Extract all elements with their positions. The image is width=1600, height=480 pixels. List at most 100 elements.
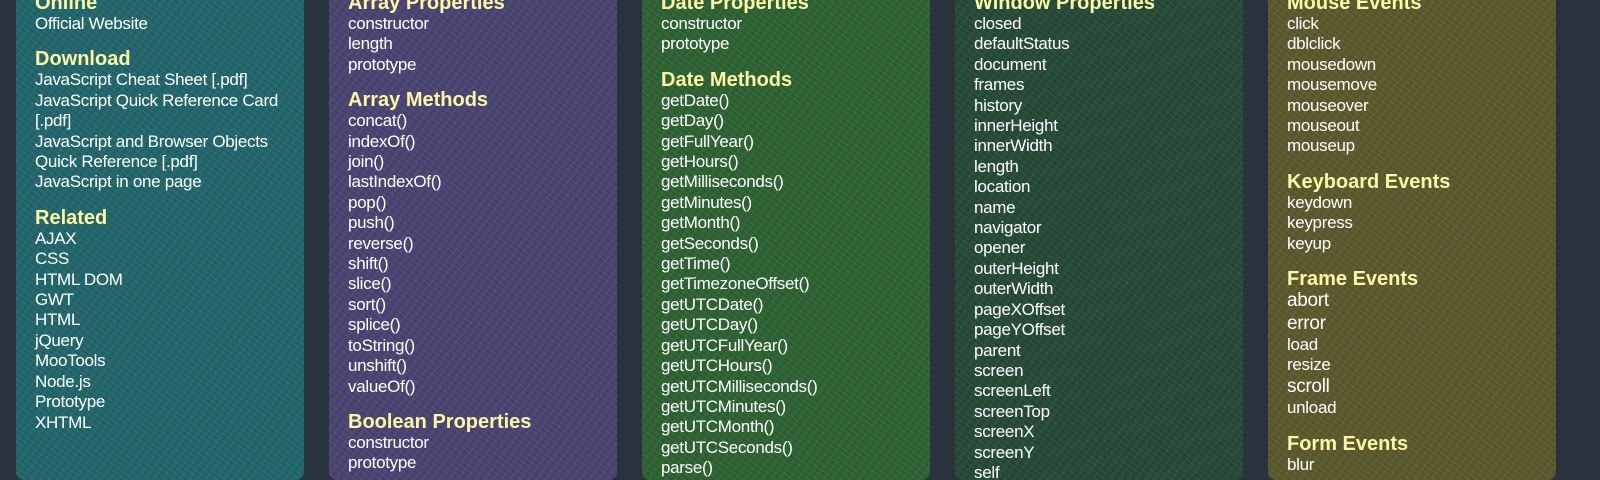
link-outerheight[interactable]: outerHeight xyxy=(974,259,1227,279)
link-getutcmonth[interactable]: getUTCMonth() xyxy=(661,417,914,437)
link-push[interactable]: push() xyxy=(348,213,601,233)
section-array-properties: Array Properties constructor length prototy… xyxy=(348,0,601,75)
link-resize[interactable]: resize xyxy=(1287,355,1540,375)
link-screentop[interactable]: screenTop xyxy=(974,402,1227,422)
link-navigator[interactable]: navigator xyxy=(974,218,1227,238)
link-unshift[interactable]: unshift() xyxy=(348,356,601,376)
link-ajax[interactable]: AJAX xyxy=(35,229,288,249)
link-outerwidth[interactable]: outerWidth xyxy=(974,279,1227,299)
link-getmilliseconds[interactable]: getMilliseconds() xyxy=(661,172,914,192)
link-abort[interactable]: abort xyxy=(1287,290,1540,313)
link-parent[interactable]: parent xyxy=(974,341,1227,361)
link-pageyoffset[interactable]: pageYOffset xyxy=(974,320,1227,340)
link-keyup[interactable]: keyup xyxy=(1287,234,1540,254)
link-blur[interactable]: blur xyxy=(1287,455,1540,475)
link-join[interactable]: join() xyxy=(348,152,601,172)
link-javascript-in-one-page[interactable]: JavaScript in one page xyxy=(35,172,288,192)
link-keypress[interactable]: keypress xyxy=(1287,213,1540,233)
link-gwt[interactable]: GWT xyxy=(35,290,288,310)
link-innerheight[interactable]: innerHeight xyxy=(974,116,1227,136)
link-getdate[interactable]: getDate() xyxy=(661,91,914,111)
link-getutchours[interactable]: getUTCHours() xyxy=(661,356,914,376)
link-pagexoffset[interactable]: pageXOffset xyxy=(974,300,1227,320)
link-parse[interactable]: parse() xyxy=(661,458,914,478)
section-window-properties: Window Properties closed defaultStatus docu… xyxy=(974,0,1227,480)
link-history[interactable]: history xyxy=(974,96,1227,116)
link-self[interactable]: self xyxy=(974,463,1227,480)
link-getmonth[interactable]: getMonth() xyxy=(661,213,914,233)
link-official-website[interactable]: Official Website xyxy=(35,14,288,34)
link-getutcday[interactable]: getUTCDay() xyxy=(661,315,914,335)
link-frames[interactable]: frames xyxy=(974,75,1227,95)
link-mousemove[interactable]: mousemove xyxy=(1287,75,1540,95)
link-gethours[interactable]: getHours() xyxy=(661,152,914,172)
link-javascript-cheat-sheet-pdf[interactable]: JavaScript Cheat Sheet [.pdf] xyxy=(35,70,288,90)
link-scroll[interactable]: scroll xyxy=(1287,376,1540,399)
link-prototype[interactable]: prototype xyxy=(348,55,601,75)
link-mousedown[interactable]: mousedown xyxy=(1287,55,1540,75)
link-gettime[interactable]: getTime() xyxy=(661,254,914,274)
link-jquery[interactable]: jQuery xyxy=(35,331,288,351)
link-dblclick[interactable]: dblclick xyxy=(1287,34,1540,54)
link-gettimezoneoffset[interactable]: getTimezoneOffset() xyxy=(661,274,914,294)
link-getutcmilliseconds[interactable]: getUTCMilliseconds() xyxy=(661,377,914,397)
link-prototype[interactable]: Prototype xyxy=(35,392,288,412)
link-javascript-and-browser-objects-quick-reference-pdf[interactable]: JavaScript and Browser Objects Quick Ref… xyxy=(35,132,288,173)
link-xhtml[interactable]: XHTML xyxy=(35,413,288,433)
link-html-dom[interactable]: HTML DOM xyxy=(35,270,288,290)
link-constructor[interactable]: constructor xyxy=(348,433,601,453)
link-closed[interactable]: closed xyxy=(974,14,1227,34)
link-getutcseconds[interactable]: getUTCSeconds() xyxy=(661,438,914,458)
link-keydown[interactable]: keydown xyxy=(1287,193,1540,213)
link-click[interactable]: click xyxy=(1287,14,1540,34)
link-splice[interactable]: splice() xyxy=(348,315,601,335)
link-defaultstatus[interactable]: defaultStatus xyxy=(974,34,1227,54)
link-getutcdate[interactable]: getUTCDate() xyxy=(661,295,914,315)
link-getfullyear[interactable]: getFullYear() xyxy=(661,132,914,152)
link-length[interactable]: length xyxy=(348,34,601,54)
link-document[interactable]: document xyxy=(974,55,1227,75)
link-tostring[interactable]: toString() xyxy=(348,336,601,356)
link-mouseover[interactable]: mouseover xyxy=(1287,96,1540,116)
link-reverse[interactable]: reverse() xyxy=(348,234,601,254)
link-prototype[interactable]: prototype xyxy=(348,453,601,473)
link-getminutes[interactable]: getMinutes() xyxy=(661,193,914,213)
link-error[interactable]: error xyxy=(1287,313,1540,336)
link-getutcminutes[interactable]: getUTCMinutes() xyxy=(661,397,914,417)
link-sort[interactable]: sort() xyxy=(348,295,601,315)
link-node-js[interactable]: Node.js xyxy=(35,372,288,392)
link-shift[interactable]: shift() xyxy=(348,254,601,274)
link-indexof[interactable]: indexOf() xyxy=(348,132,601,152)
link-mouseup[interactable]: mouseup xyxy=(1287,136,1540,156)
link-unload[interactable]: unload xyxy=(1287,398,1540,418)
section-heading: Download xyxy=(35,48,131,71)
link-mootools[interactable]: MooTools xyxy=(35,351,288,371)
link-opener[interactable]: opener xyxy=(974,238,1227,258)
link-valueof[interactable]: valueOf() xyxy=(348,377,601,397)
link-length[interactable]: length xyxy=(974,157,1227,177)
link-location[interactable]: location xyxy=(974,177,1227,197)
link-prototype[interactable]: prototype xyxy=(661,34,914,54)
link-load[interactable]: load xyxy=(1287,335,1540,355)
link-mouseout[interactable]: mouseout xyxy=(1287,116,1540,136)
link-getseconds[interactable]: getSeconds() xyxy=(661,234,914,254)
link-css[interactable]: CSS xyxy=(35,249,288,269)
link-screenleft[interactable]: screenLeft xyxy=(974,381,1227,401)
link-pop[interactable]: pop() xyxy=(348,193,601,213)
link-screeny[interactable]: screenY xyxy=(974,443,1227,463)
link-constructor[interactable]: constructor xyxy=(661,14,914,34)
link-name[interactable]: name xyxy=(974,198,1227,218)
link-concat[interactable]: concat() xyxy=(348,111,601,131)
link-getday[interactable]: getDay() xyxy=(661,111,914,131)
link-lastindexof[interactable]: lastIndexOf() xyxy=(348,172,601,192)
link-html[interactable]: HTML xyxy=(35,310,288,330)
section-array-methods: Array Methods concat() indexOf() join() last… xyxy=(348,89,601,397)
link-screenx[interactable]: screenX xyxy=(974,422,1227,442)
link-slice[interactable]: slice() xyxy=(348,274,601,294)
link-javascript-quick-reference-card-pdf[interactable]: JavaScript Quick Reference Card [.pdf] xyxy=(35,91,288,132)
section-date-properties: Date Properties constructor prototype xyxy=(661,0,914,55)
link-getutcfullyear[interactable]: getUTCFullYear() xyxy=(661,336,914,356)
link-innerwidth[interactable]: innerWidth xyxy=(974,136,1227,156)
link-constructor[interactable]: constructor xyxy=(348,14,601,34)
link-screen[interactable]: screen xyxy=(974,361,1227,381)
